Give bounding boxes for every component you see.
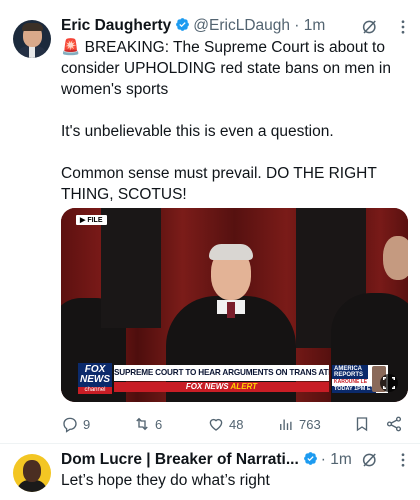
reply-author-name[interactable]: Dom Lucre | Breaker of Narrati... [61, 451, 299, 468]
more-options-icon[interactable] [394, 18, 412, 36]
author-handle[interactable]: @EricLDaugh [193, 17, 290, 34]
share-button[interactable] [385, 414, 407, 434]
verified-badge-icon [176, 18, 190, 31]
chyron-headline: SUPREME COURT TO HEAR ARGUMENTS ON TRANS… [114, 365, 329, 381]
expand-media-icon[interactable] [380, 374, 398, 392]
author-avatar[interactable] [13, 20, 51, 58]
tweet-divider [0, 443, 420, 444]
repost-icon [136, 417, 148, 431]
fox-news-logo: FOX NEWS channel [78, 363, 112, 394]
tweet-header: Eric Daugherty @EricLDaugh · 1m [61, 17, 326, 34]
views-button[interactable]: 763 [277, 414, 321, 434]
reply-icon [63, 417, 77, 433]
file-tag: ▶ FILE [76, 215, 107, 225]
news-chyron: FOX NEWS channel SUPREME COURT TO HEAR AR… [78, 363, 390, 394]
reply-header: Dom Lucre | Breaker of Narrati... · 1m [61, 451, 352, 468]
verified-badge-icon [303, 452, 317, 465]
reply-button[interactable]: 9 [61, 414, 90, 434]
tweet-text: 🚨 BREAKING: The Supreme Court is about t… [61, 39, 391, 203]
tweet-actions: 9 6 48 763 [61, 414, 411, 434]
reply-timestamp[interactable]: 1m [330, 451, 352, 468]
reply-text: Let’s hope they do what’s right [61, 472, 270, 489]
reply-author-avatar[interactable] [13, 454, 51, 492]
tweet-media-image[interactable]: ▶ FILE FOX NEWS channel SUPREME COURT TO … [61, 208, 408, 402]
grok-icon[interactable] [361, 451, 379, 469]
views-chart-icon [280, 419, 292, 430]
heart-icon [209, 418, 223, 431]
timestamp[interactable]: 1m [304, 17, 326, 34]
repost-button[interactable]: 6 [133, 414, 162, 434]
bookmark-button[interactable] [353, 414, 375, 434]
author-name[interactable]: Eric Daugherty [61, 17, 171, 34]
more-options-icon[interactable] [394, 451, 412, 469]
like-button[interactable]: 48 [207, 414, 243, 434]
share-icon [386, 416, 402, 432]
chyron-alert: FOX NEWS ALERT [114, 382, 329, 392]
bookmark-icon [356, 417, 368, 432]
grok-icon[interactable] [361, 18, 379, 36]
